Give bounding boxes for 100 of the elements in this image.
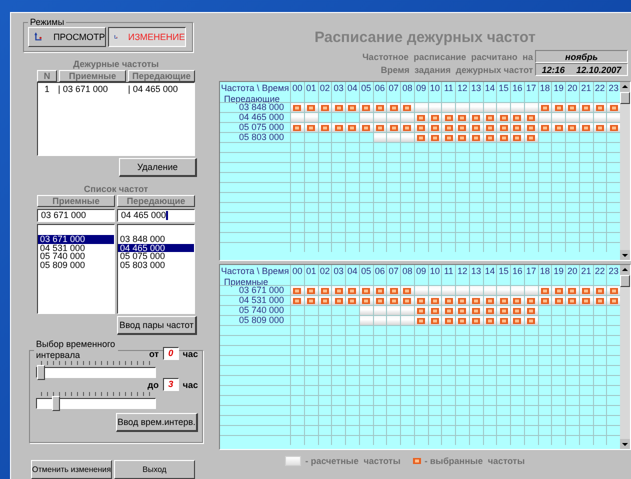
schedule-cell[interactable] xyxy=(358,315,372,325)
schedule-cell[interactable] xyxy=(592,305,606,315)
schedule-cell[interactable] xyxy=(482,305,496,315)
schedule-cell[interactable] xyxy=(468,102,482,112)
schedule-cell[interactable] xyxy=(386,295,400,305)
schedule-cell[interactable] xyxy=(290,102,304,112)
schedule-cell[interactable] xyxy=(331,295,345,305)
list-item[interactable]: 03 671 000 xyxy=(38,235,114,244)
schedule-cell[interactable] xyxy=(290,305,304,315)
schedule-cell[interactable] xyxy=(455,112,469,122)
schedule-cell[interactable] xyxy=(578,132,592,142)
schedule-cell[interactable] xyxy=(468,295,482,305)
schedule-cell[interactable] xyxy=(606,102,620,112)
schedule-cell[interactable] xyxy=(455,122,469,132)
schedule-cell[interactable] xyxy=(318,295,332,305)
schedule-cell[interactable] xyxy=(496,122,510,132)
schedule-cell[interactable] xyxy=(510,112,524,122)
schedule-cell[interactable] xyxy=(428,132,442,142)
schedule-cell[interactable] xyxy=(400,285,414,295)
schedule-cell[interactable] xyxy=(304,315,318,325)
schedule-cell[interactable] xyxy=(455,102,469,112)
schedule-cell[interactable] xyxy=(524,295,538,305)
schedule-cell[interactable] xyxy=(400,295,414,305)
schedule-cell[interactable] xyxy=(304,112,318,122)
schedule-cell[interactable] xyxy=(578,102,592,112)
schedule-cell[interactable] xyxy=(538,112,552,122)
schedule-cell[interactable] xyxy=(510,305,524,315)
schedule-cell[interactable] xyxy=(318,305,332,315)
schedule-cell[interactable] xyxy=(441,132,455,142)
schedule-cell[interactable] xyxy=(358,295,372,305)
schedule-cell[interactable] xyxy=(386,305,400,315)
schedule-cell[interactable] xyxy=(400,305,414,315)
schedule-cell[interactable] xyxy=(482,295,496,305)
schedule-cell[interactable] xyxy=(331,285,345,295)
schedule-cell[interactable] xyxy=(524,122,538,132)
list-item[interactable]: 03 848 000 xyxy=(118,235,194,244)
scroll-up-icon[interactable] xyxy=(620,82,630,92)
schedule-cell[interactable] xyxy=(578,315,592,325)
schedule-cell[interactable] xyxy=(345,295,359,305)
schedule-cell[interactable] xyxy=(524,315,538,325)
schedule-cell[interactable] xyxy=(468,285,482,295)
schedule-cell[interactable] xyxy=(565,305,579,315)
schedule-cell[interactable] xyxy=(565,122,579,132)
schedule-cell[interactable] xyxy=(414,315,428,325)
schedule-cell[interactable] xyxy=(441,285,455,295)
schedule-cell[interactable] xyxy=(565,112,579,122)
schedule-cell[interactable] xyxy=(468,305,482,315)
list-item[interactable]: 05 740 000 xyxy=(38,252,114,260)
scroll-thumb[interactable] xyxy=(620,92,630,104)
slider-thumb[interactable] xyxy=(37,365,45,380)
slider-thumb[interactable] xyxy=(52,396,60,411)
schedule-cell[interactable] xyxy=(606,122,620,132)
schedule-cell[interactable] xyxy=(400,132,414,142)
schedule-cell[interactable] xyxy=(565,285,579,295)
schedule-cell[interactable] xyxy=(428,102,442,112)
schedule-cell[interactable] xyxy=(606,112,620,122)
schedule-cell[interactable] xyxy=(524,132,538,142)
enter-interval-button[interactable]: Ввод врем.интерв. xyxy=(116,413,198,432)
schedule-cell[interactable] xyxy=(455,285,469,295)
schedule-cell[interactable] xyxy=(538,102,552,112)
schedule-cell[interactable] xyxy=(304,122,318,132)
schedule-cell[interactable] xyxy=(400,122,414,132)
schedule-cell[interactable] xyxy=(345,102,359,112)
schedule-cell[interactable] xyxy=(551,285,565,295)
schedule-cell[interactable] xyxy=(290,122,304,132)
schedule-cell[interactable] xyxy=(358,102,372,112)
schedule-cell[interactable] xyxy=(358,285,372,295)
schedule-cell[interactable] xyxy=(304,285,318,295)
schedule-cell[interactable] xyxy=(551,112,565,122)
schedule-cell[interactable] xyxy=(496,295,510,305)
schedule-cell[interactable] xyxy=(578,122,592,132)
schedule-cell[interactable] xyxy=(372,305,386,315)
schedule-cell[interactable] xyxy=(455,305,469,315)
schedule-cell[interactable] xyxy=(358,122,372,132)
schedule-cell[interactable] xyxy=(468,132,482,142)
schedule-cell[interactable] xyxy=(592,295,606,305)
schedule-cell[interactable] xyxy=(496,285,510,295)
schedule-cell[interactable] xyxy=(551,305,565,315)
schedule-cell[interactable] xyxy=(551,132,565,142)
schedule-cell[interactable] xyxy=(290,112,304,122)
footer-button[interactable]: Выход xyxy=(114,460,195,479)
schedule-cell[interactable] xyxy=(538,122,552,132)
schedule-cell[interactable] xyxy=(496,132,510,142)
schedule-cell[interactable] xyxy=(592,315,606,325)
schedule-cell[interactable] xyxy=(524,102,538,112)
schedule-cell[interactable] xyxy=(482,112,496,122)
schedule-cell[interactable] xyxy=(345,122,359,132)
schedule-cell[interactable] xyxy=(441,315,455,325)
schedule-cell[interactable] xyxy=(482,315,496,325)
list-item[interactable]: 05 075 000 xyxy=(118,252,194,260)
schedule-cell[interactable] xyxy=(538,305,552,315)
schedule-cell[interactable] xyxy=(345,132,359,142)
schedule-cell[interactable] xyxy=(524,305,538,315)
schedule-cell[interactable] xyxy=(386,132,400,142)
schedule-cell[interactable] xyxy=(372,122,386,132)
schedule-cell[interactable] xyxy=(331,122,345,132)
list-item[interactable]: 04 465 000 xyxy=(118,244,194,252)
schedule-cell[interactable] xyxy=(578,112,592,122)
schedule-cell[interactable] xyxy=(510,285,524,295)
schedule-cell[interactable] xyxy=(372,132,386,142)
